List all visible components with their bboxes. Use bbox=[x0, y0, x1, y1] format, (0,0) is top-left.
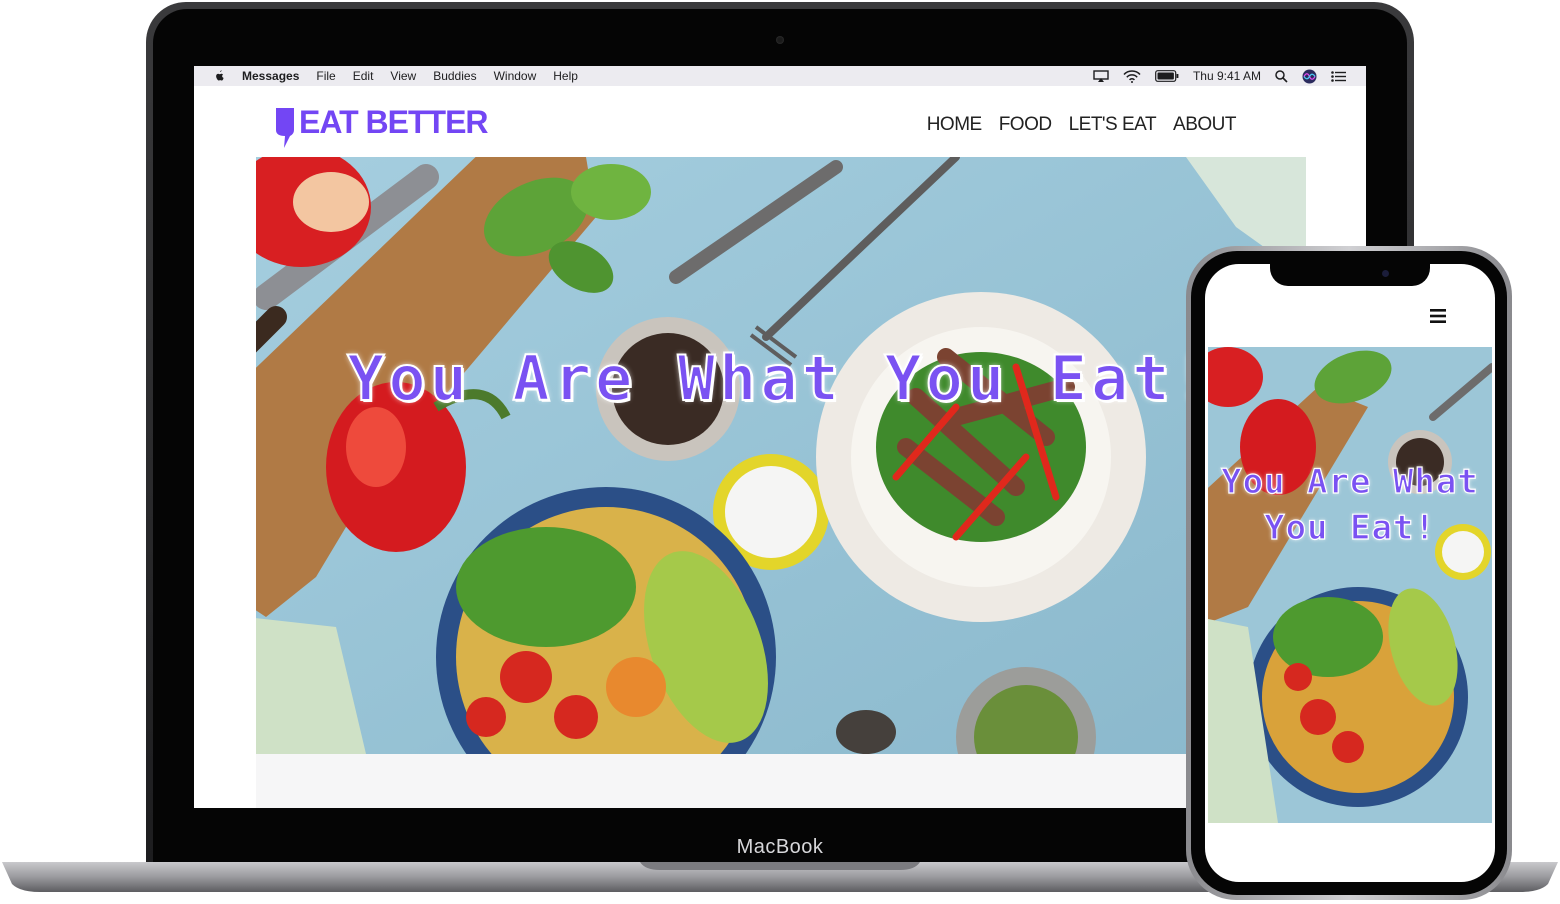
phone-front-camera bbox=[1382, 270, 1389, 277]
spotlight-search-icon[interactable] bbox=[1275, 69, 1288, 83]
menu-help[interactable]: Help bbox=[553, 69, 578, 83]
hamburger-menu-icon[interactable] bbox=[1430, 308, 1446, 324]
logo-text: EAT BETTER bbox=[299, 104, 489, 140]
phone-hero-banner: You Are What You Eat! bbox=[1208, 347, 1492, 823]
phone-notch bbox=[1270, 264, 1430, 286]
hero-title: You Are What You Eat! bbox=[346, 341, 1215, 416]
notification-center-icon[interactable] bbox=[1331, 70, 1346, 82]
food-table-illustration bbox=[256, 157, 1306, 754]
battery-icon[interactable] bbox=[1155, 70, 1179, 82]
menubar-clock[interactable]: Thu 9:41 AM bbox=[1193, 69, 1261, 83]
phone-screen: You Are What You Eat! bbox=[1205, 264, 1495, 882]
menu-app-name[interactable]: Messages bbox=[242, 69, 299, 83]
laptop-camera bbox=[776, 36, 784, 44]
phone-hero-title-line-1: You Are What bbox=[1221, 461, 1479, 502]
nav-home[interactable]: HOME bbox=[927, 114, 983, 136]
site-header: EAT BETTER HOME FOOD LET'S EAT ABOUT bbox=[194, 86, 1366, 157]
nav-food[interactable]: FOOD bbox=[999, 114, 1052, 136]
menu-window[interactable]: Window bbox=[494, 69, 537, 83]
menubar-status-area: Thu 9:41 AM bbox=[1093, 66, 1346, 86]
below-hero-section bbox=[256, 754, 1306, 808]
site-nav: HOME FOOD LET'S EAT ABOUT bbox=[927, 114, 1237, 136]
phone-food-illustration bbox=[1208, 347, 1492, 823]
hero-banner: You Are What You Eat! bbox=[256, 157, 1306, 754]
menu-buddies[interactable]: Buddies bbox=[433, 69, 476, 83]
airplay-icon[interactable] bbox=[1093, 69, 1109, 83]
nav-lets-eat[interactable]: LET'S EAT bbox=[1069, 114, 1157, 136]
site-logo[interactable]: EAT BETTER bbox=[274, 104, 489, 150]
wifi-icon[interactable] bbox=[1123, 69, 1141, 83]
apple-icon[interactable] bbox=[212, 69, 226, 83]
siri-icon[interactable] bbox=[1302, 69, 1317, 84]
macos-menubar: Messages File Edit View Buddies Window H… bbox=[194, 66, 1366, 86]
menu-file[interactable]: File bbox=[316, 69, 335, 83]
phone-hero-title-line-2: You Eat! bbox=[1264, 507, 1436, 548]
speech-bubble-logo-icon bbox=[276, 108, 294, 148]
nav-about[interactable]: ABOUT bbox=[1173, 114, 1236, 136]
menu-edit[interactable]: Edit bbox=[353, 69, 374, 83]
menu-view[interactable]: View bbox=[390, 69, 416, 83]
phone-hero-title: You Are What You Eat! bbox=[1208, 459, 1492, 551]
